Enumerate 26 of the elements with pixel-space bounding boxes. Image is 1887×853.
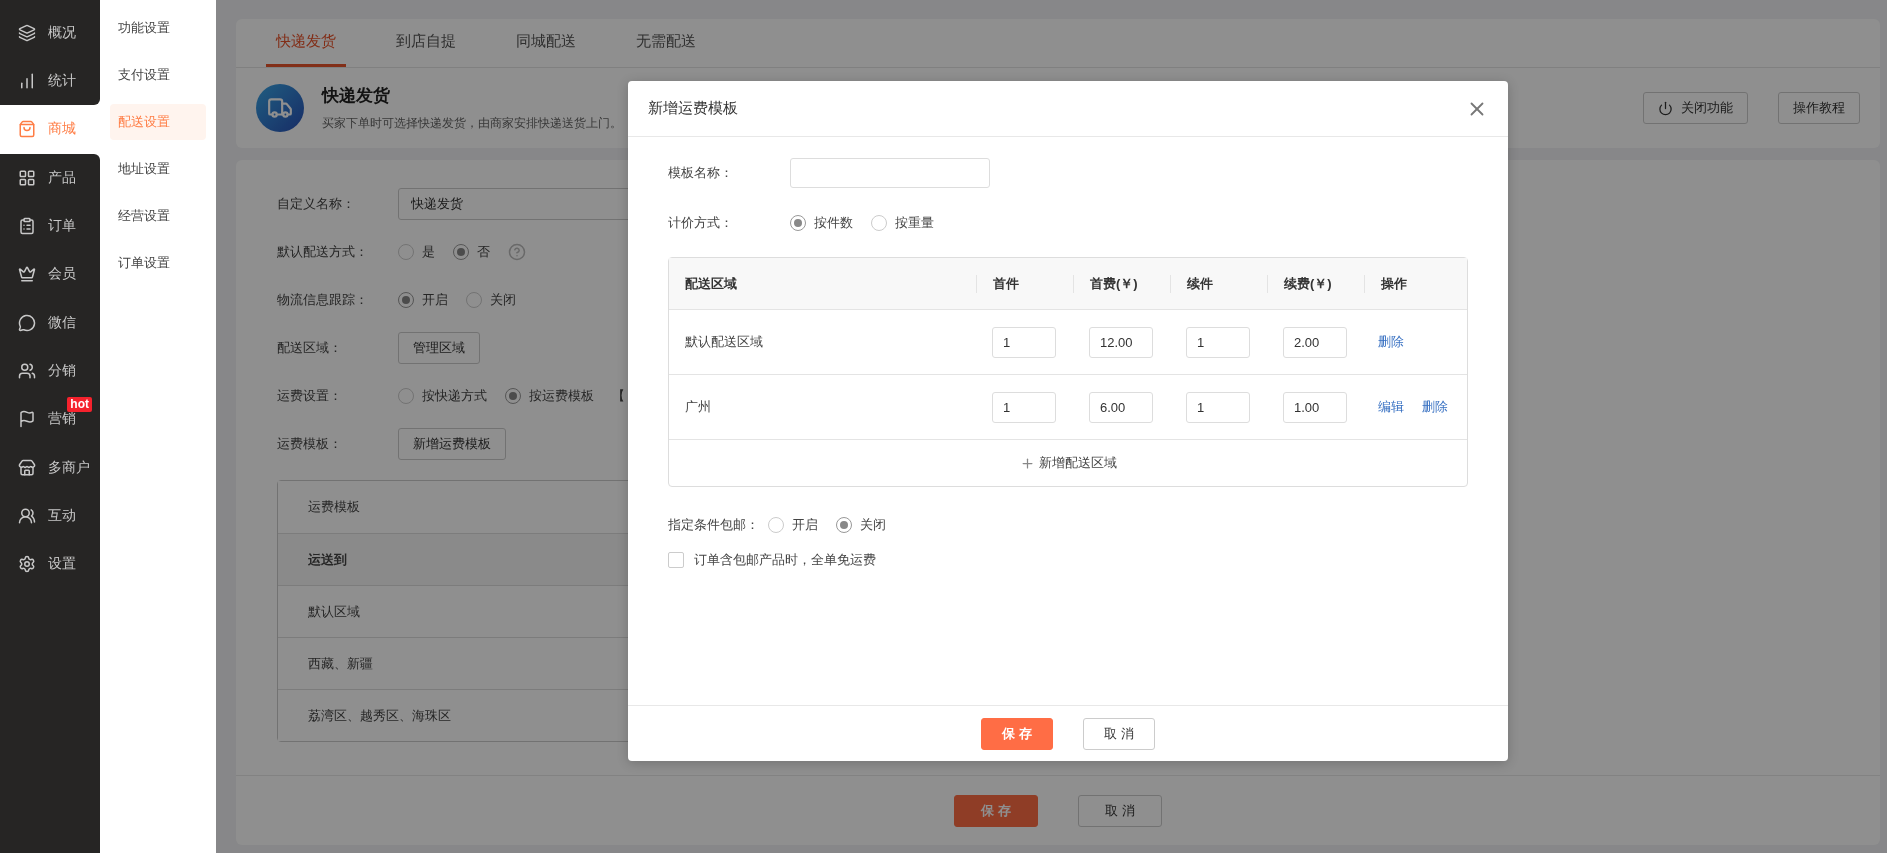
- form-label: 运费设置：: [277, 387, 343, 405]
- dialog-title: 新增运费模板: [648, 99, 738, 118]
- form-label: 模板名称：: [668, 164, 734, 182]
- table-cell-text: 默认配送区域: [684, 333, 764, 351]
- form-label: 默认配送方式：: [277, 243, 369, 261]
- section-title: 快递发货: [322, 85, 391, 107]
- template-name: 运费模板: [308, 498, 360, 516]
- form-label: 运费模板：: [277, 435, 343, 453]
- column-header: 配送区域: [684, 274, 738, 293]
- form-label: 指定条件包邮：: [668, 516, 760, 534]
- column-header: 操作: [1364, 274, 1467, 293]
- column-header: 运送到: [308, 550, 347, 569]
- table-cell: 荔湾区、越秀区、海珠区: [308, 706, 451, 725]
- form-label: 物流信息跟踪：: [277, 291, 369, 309]
- section-description: 买家下单时可选择快递发货，由商家安排快递送货上门。: [322, 115, 623, 132]
- column-header: 续件: [1170, 274, 1267, 293]
- hot-badge: hot: [67, 397, 92, 413]
- bracket-text: 【: [612, 387, 625, 405]
- form-label: 自定义名称：: [277, 195, 356, 213]
- table-cell: 西藏、新疆: [308, 654, 373, 673]
- column-header: 首费(￥): [1073, 274, 1170, 293]
- table-cell-text: 广州: [684, 398, 712, 416]
- column-header: 续费(￥): [1267, 274, 1364, 293]
- form-label: 配送区域：: [277, 339, 343, 357]
- table-cell: 默认区域: [308, 602, 360, 621]
- column-header: 首件: [976, 274, 1073, 293]
